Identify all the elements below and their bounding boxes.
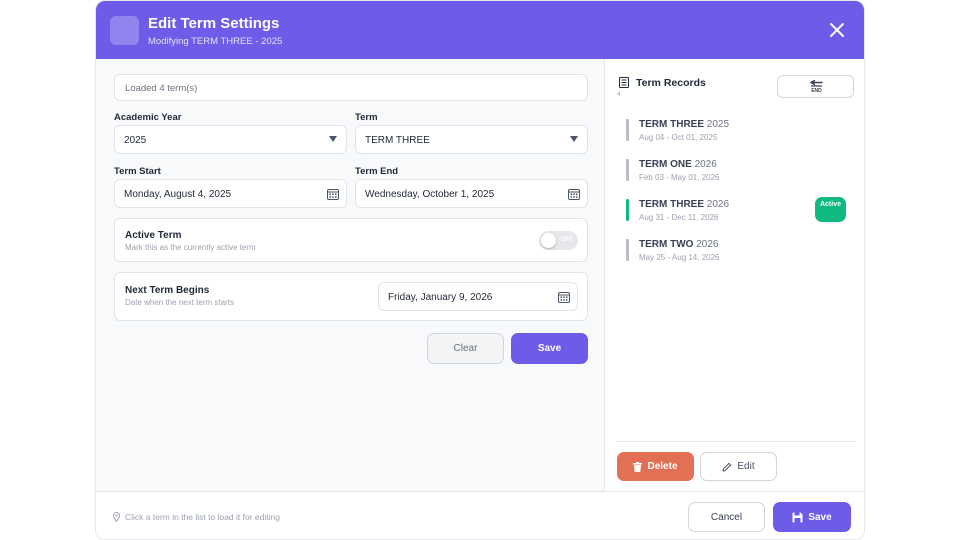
- modal-header: Edit Term Settings Modifying TERM THREE …: [96, 1, 864, 59]
- term-status-bar: [626, 119, 629, 141]
- term-record-dates: Aug 04 - Oct 01, 2025: [639, 133, 718, 142]
- term-record-item[interactable]: TERM TWO 2026 May 25 - Aug 14, 2026: [619, 237, 849, 271]
- term-start-value: Monday, August 4, 2025: [124, 189, 232, 200]
- clear-button[interactable]: Clear: [427, 333, 504, 364]
- term-record-name: TERM THREE: [639, 119, 704, 130]
- term-record-year: 2026: [694, 159, 717, 170]
- edit-button[interactable]: Edit: [700, 452, 777, 481]
- calendar-icon[interactable]: [568, 188, 580, 200]
- chevron-down-icon: [570, 136, 578, 142]
- active-badge: Active: [815, 197, 846, 222]
- arrow-left-icon: [810, 80, 823, 87]
- toggle-state-text: OFF: [561, 237, 573, 243]
- edit-button-label: Edit: [737, 461, 755, 472]
- modal-title: Edit Term Settings: [148, 15, 280, 32]
- next-term-title: Next Term Begins: [125, 285, 210, 296]
- end-button-label: END: [811, 88, 822, 94]
- term-status-bar: [626, 199, 629, 221]
- floppy-disk-icon: [792, 512, 803, 522]
- term-end-input[interactable]: Wednesday, October 1, 2025: [355, 179, 588, 208]
- toggle-knob: [541, 233, 556, 248]
- term-record-item[interactable]: TERM ONE 2026 Feb 03 - May 01, 2026: [619, 157, 849, 191]
- term-record-title: TERM THREE 2026: [639, 199, 729, 210]
- next-term-description: Date when the next term starts: [125, 298, 234, 307]
- academic-year-value: 2025: [124, 135, 147, 146]
- term-status-bar: [626, 159, 629, 181]
- term-record-item[interactable]: TERM THREE 2026 Aug 31 - Dec 11, 2026 Ac…: [619, 197, 849, 231]
- active-term-title: Active Term: [125, 230, 182, 241]
- term-form-pane: Loaded 4 term(s) Academic Year 2025 Term…: [96, 59, 604, 491]
- trash-icon: [633, 461, 643, 472]
- term-start-input[interactable]: Monday, August 4, 2025: [114, 179, 347, 208]
- academic-year-label: Academic Year: [114, 112, 182, 123]
- term-record-name: TERM THREE: [639, 199, 704, 210]
- term-status-bar: [626, 239, 629, 261]
- term-record-year: 2026: [696, 239, 719, 250]
- close-icon[interactable]: [828, 21, 846, 39]
- active-term-toggle[interactable]: OFF: [539, 231, 578, 250]
- records-divider: [617, 441, 855, 442]
- save-button-label: Save: [808, 511, 832, 523]
- modal-footer: Click a term in the list to load it for …: [96, 491, 864, 539]
- term-record-name: TERM TWO: [639, 239, 694, 250]
- next-term-value: Friday, January 9, 2026: [388, 292, 493, 303]
- calendar-icon[interactable]: [558, 291, 570, 303]
- next-term-card: Next Term Begins Date when the next term…: [114, 272, 588, 321]
- end-button[interactable]: END: [777, 75, 854, 98]
- active-term-description: Mark this as the currently active term: [125, 243, 256, 252]
- active-term-card: Active Term Mark this as the currently a…: [114, 218, 588, 262]
- calendar-icon[interactable]: [327, 188, 339, 200]
- term-record-title: TERM ONE 2026: [639, 159, 717, 170]
- term-record-year: 2025: [706, 119, 730, 130]
- term-record-dates: May 25 - Aug 14, 2026: [639, 253, 720, 262]
- edit-term-modal: Edit Term Settings Modifying TERM THREE …: [95, 0, 865, 540]
- save-button[interactable]: Save: [773, 502, 851, 532]
- delete-button[interactable]: Delete: [617, 452, 694, 481]
- term-record-name: TERM ONE: [639, 159, 692, 170]
- app-logo: [110, 16, 139, 45]
- next-term-input[interactable]: Friday, January 9, 2026: [378, 282, 578, 311]
- cancel-button[interactable]: Cancel: [688, 502, 765, 532]
- term-record-title: TERM TWO 2026: [639, 239, 718, 250]
- modal-subtitle: Modifying TERM THREE - 2025: [148, 36, 283, 47]
- term-record-dates: Aug 31 - Dec 11, 2026: [639, 213, 719, 222]
- academic-year-select[interactable]: 2025: [114, 125, 347, 154]
- term-value: TERM THREE: [365, 135, 430, 146]
- location-pin-icon: [113, 512, 120, 522]
- term-record-year: 2026: [706, 199, 730, 210]
- chevron-down-icon: [329, 136, 337, 142]
- term-record-dates: Feb 03 - May 01, 2026: [639, 173, 720, 182]
- term-start-label: Term Start: [114, 166, 161, 177]
- term-records-pane: Term Records 4 END TERM THREE 2025 Aug 0…: [604, 59, 864, 491]
- term-label: Term: [355, 112, 378, 123]
- save-term-button[interactable]: Save: [511, 333, 588, 364]
- footer-hint: Click a term in the list to load it for …: [113, 512, 280, 522]
- pencil-icon: [722, 462, 732, 471]
- term-end-label: Term End: [355, 166, 399, 177]
- records-title: Term Records: [636, 77, 706, 89]
- term-select[interactable]: TERM THREE: [355, 125, 588, 154]
- records-count: 4: [617, 91, 621, 98]
- document-list-icon: [619, 77, 629, 88]
- term-end-value: Wednesday, October 1, 2025: [365, 189, 495, 200]
- term-record-title: TERM THREE 2025: [639, 119, 729, 130]
- status-message: Loaded 4 term(s): [114, 74, 588, 101]
- delete-button-label: Delete: [647, 461, 678, 472]
- footer-hint-text: Click a term in the list to load it for …: [125, 512, 280, 522]
- term-record-item[interactable]: TERM THREE 2025 Aug 04 - Oct 01, 2025: [619, 117, 849, 151]
